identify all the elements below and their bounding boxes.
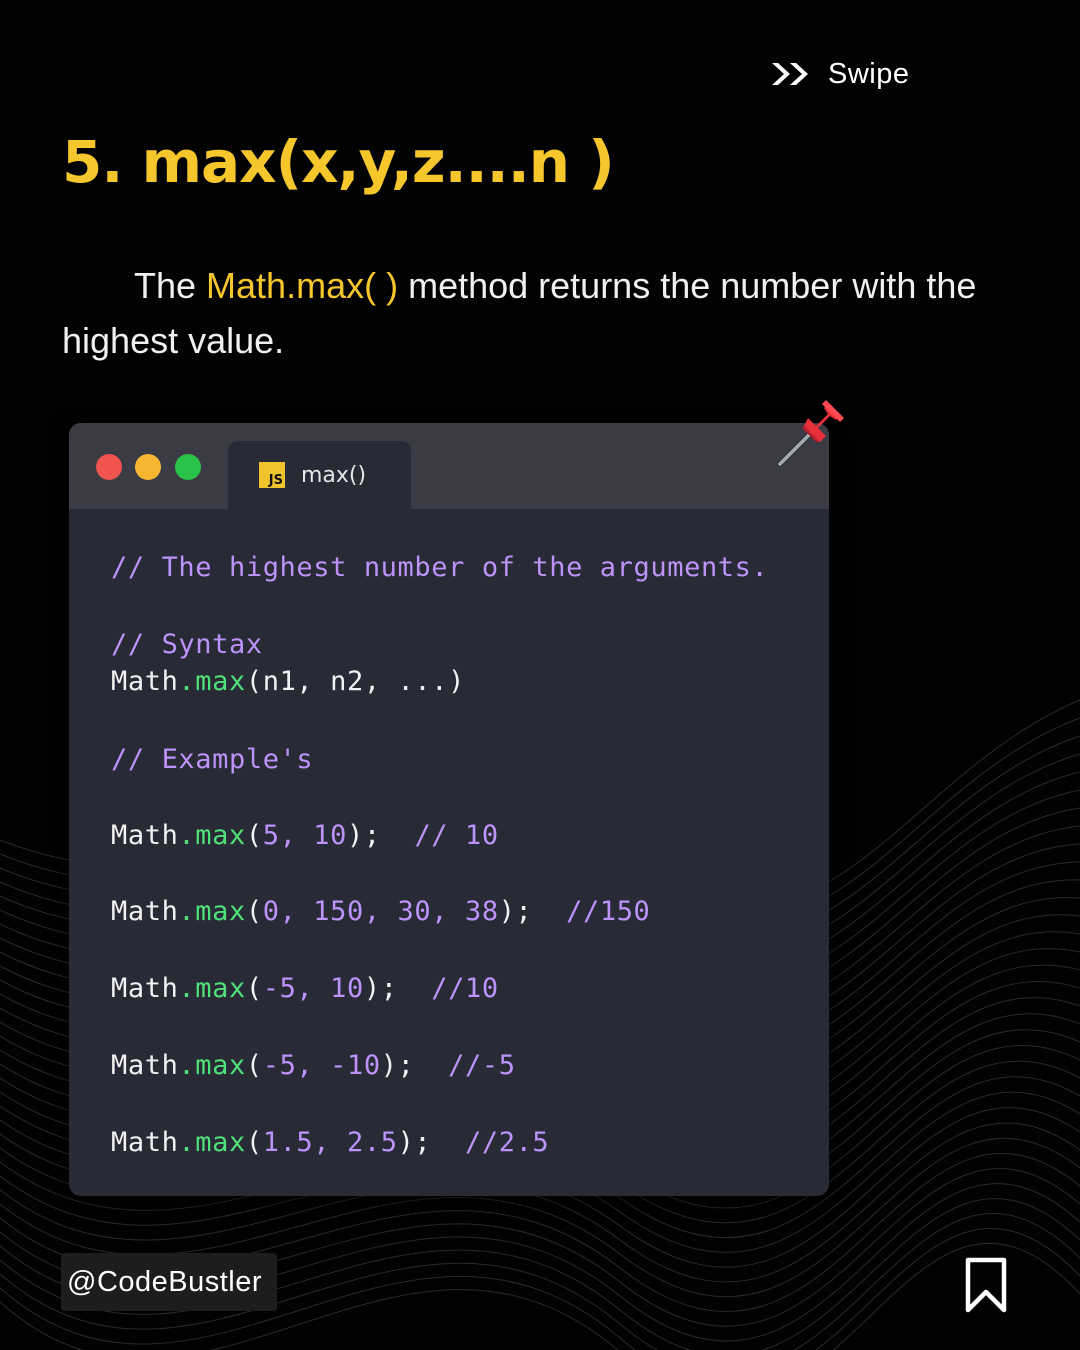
swipe-label: Swipe — [828, 57, 910, 90]
description: The Math.max( ) method returns the numbe… — [62, 258, 1022, 368]
code-comment: //10 — [431, 973, 499, 1004]
code-args: 0, 150, 30, 38 — [262, 896, 499, 927]
code-dot: . — [178, 820, 196, 851]
code-paren: ); — [380, 1050, 415, 1081]
code-paren: ); — [347, 820, 381, 851]
code-method: max — [195, 973, 246, 1004]
code-object: Math — [111, 973, 179, 1004]
code-comment: // Example's — [111, 744, 314, 775]
code-line: // Syntax — [111, 628, 263, 662]
code-dot: . — [178, 1127, 196, 1158]
code-object: Math — [111, 820, 179, 851]
code-dot: . — [178, 896, 196, 927]
double-chevron-right-icon — [772, 63, 808, 85]
code-object: Math — [111, 1127, 179, 1158]
code-line: Math.max(0, 150, 30, 38); //150 — [111, 895, 650, 929]
code-paren: ); — [498, 896, 533, 927]
code-paren: ( — [245, 1050, 263, 1081]
code-dot: . — [178, 973, 196, 1004]
code-args: (n1, n2, ...) — [245, 666, 465, 697]
bookmark-icon[interactable] — [962, 1256, 1010, 1314]
page-title: 5. max(x,y,z....n ) — [62, 128, 615, 196]
code-window: JS max() // The highest number of the ar… — [69, 423, 829, 1196]
code-method: max — [195, 666, 246, 697]
code-line: Math.max(n1, n2, ...) — [111, 665, 465, 699]
code-paren: ( — [245, 973, 263, 1004]
code-method: max — [195, 896, 246, 927]
code-line: Math.max(5, 10); // 10 — [111, 819, 499, 853]
code-comment: //2.5 — [465, 1127, 550, 1158]
description-prefix: The — [134, 265, 207, 306]
code-args: -5, -10 — [262, 1050, 381, 1081]
code-object: Math — [111, 1050, 179, 1081]
pushpin-icon — [778, 400, 844, 466]
code-line: Math.max(-5, 10); //10 — [111, 972, 499, 1006]
code-line: Math.max(1.5, 2.5); //2.5 — [111, 1126, 549, 1160]
code-line: // Example's — [111, 743, 313, 777]
author-handle[interactable]: @CodeBustler — [61, 1253, 278, 1311]
code-line: Math.max(-5, -10); //-5 — [111, 1049, 516, 1083]
code-comment: // Syntax — [111, 629, 263, 660]
description-highlight: Math.max( ) — [206, 265, 399, 306]
code-dot: . — [178, 1050, 196, 1081]
swipe-hint[interactable]: Swipe — [770, 54, 910, 94]
code-comment: //150 — [566, 896, 651, 927]
code-dot: . — [178, 666, 196, 697]
code-comment: //-5 — [448, 1050, 516, 1081]
code-editor[interactable]: // The highest number of the arguments. … — [111, 423, 821, 1196]
code-paren: ( — [245, 820, 263, 851]
code-line: // The highest number of the arguments. — [111, 551, 768, 585]
code-paren: ( — [245, 1127, 263, 1158]
code-method: max — [195, 1127, 246, 1158]
code-method: max — [195, 1050, 246, 1081]
code-method: max — [195, 820, 246, 851]
code-paren: ); — [363, 973, 398, 1004]
code-args: 5, 10 — [262, 820, 347, 851]
code-args: 1.5, 2.5 — [262, 1127, 398, 1158]
code-object: Math — [111, 666, 179, 697]
code-object: Math — [111, 896, 179, 927]
code-args: -5, 10 — [262, 973, 364, 1004]
code-comment: // The highest number of the arguments. — [111, 552, 769, 583]
code-comment: // 10 — [414, 820, 499, 851]
code-paren: ( — [245, 896, 263, 927]
code-paren: ); — [397, 1127, 432, 1158]
